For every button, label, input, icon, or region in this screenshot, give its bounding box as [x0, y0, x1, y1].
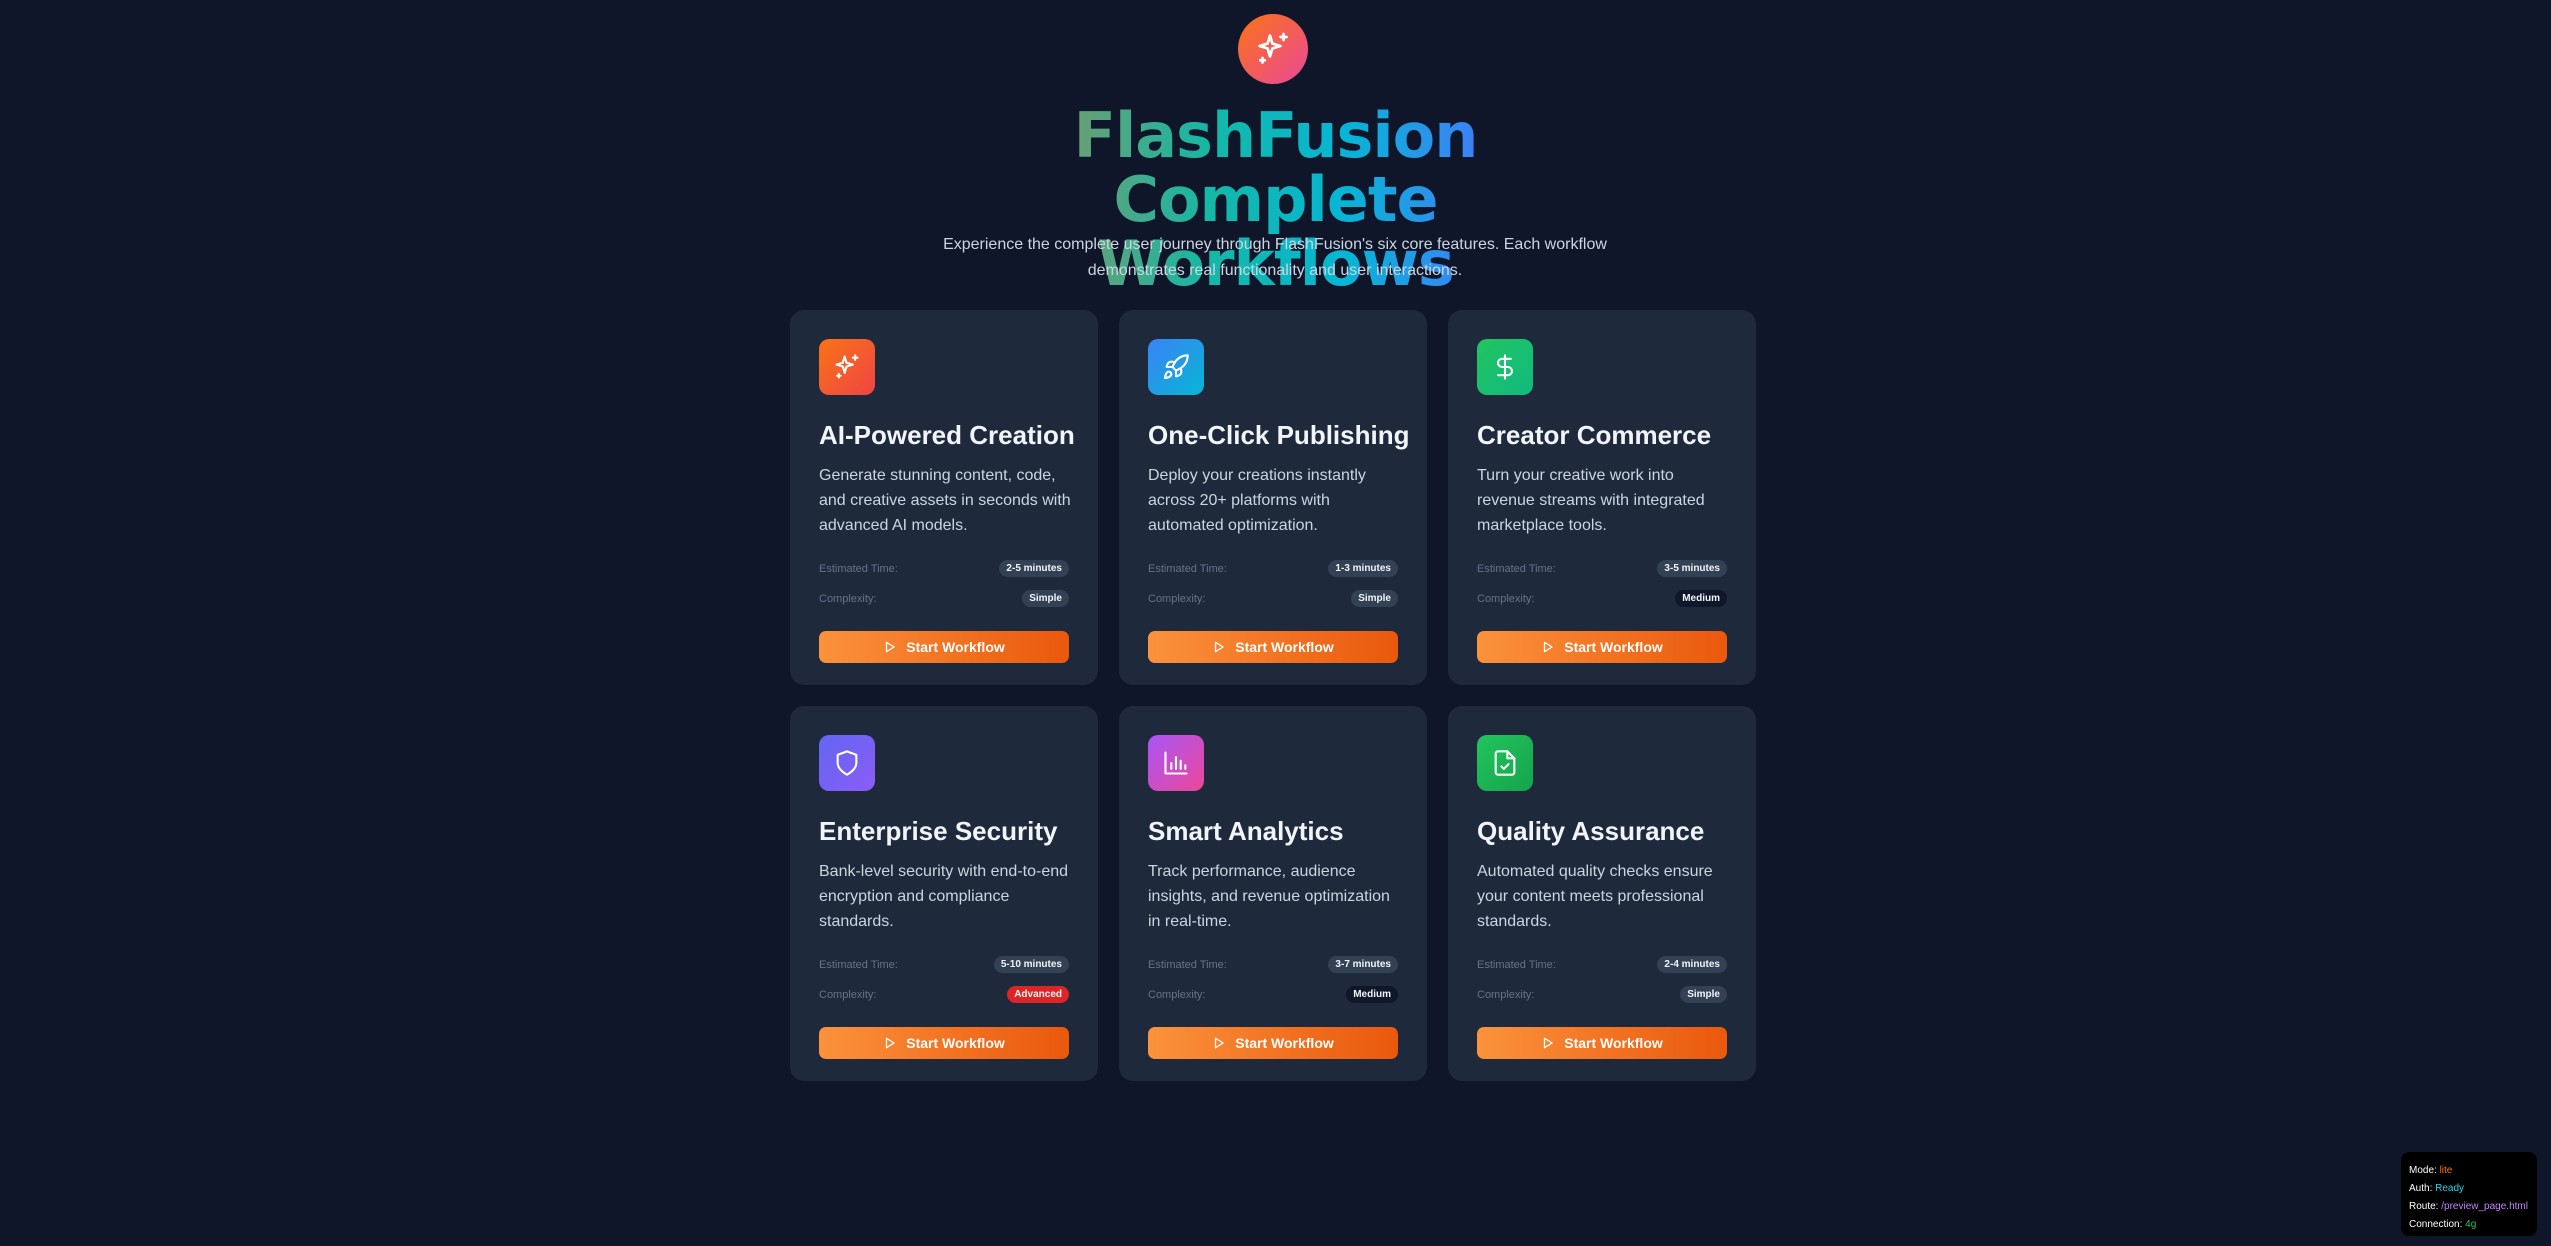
- estimated-time-label: Estimated Time:: [1148, 562, 1227, 575]
- card-title: Quality Assurance: [1477, 816, 1705, 846]
- complexity-row: Complexity: Medium: [1477, 590, 1727, 607]
- complexity-badge: Simple: [1680, 986, 1727, 1003]
- workflow-card-quality: Quality Assurance Automated quality chec…: [1448, 706, 1756, 1081]
- estimated-time-row: Estimated Time: 3-5 minutes: [1477, 560, 1727, 577]
- play-icon: [886, 1037, 895, 1049]
- card-description: Bank-level security with end-to-end encr…: [819, 863, 1069, 930]
- start-workflow-button[interactable]: Start Workflow: [1148, 631, 1398, 663]
- page: FlashFusion Complete Workflows Experienc…: [0, 0, 2551, 1246]
- start-workflow-label: Start Workflow: [906, 1035, 1005, 1051]
- card-description: Deploy your creations instantly across 2…: [1148, 467, 1366, 534]
- debug-route-value: /preview_page.html: [2441, 1201, 2528, 1212]
- start-workflow-label: Start Workflow: [1564, 1035, 1663, 1051]
- card-title: Enterprise Security: [819, 816, 1058, 846]
- sparkles-icon: [1238, 14, 1308, 84]
- complexity-label: Complexity:: [1477, 592, 1535, 605]
- rocket-icon: [1148, 339, 1204, 395]
- start-workflow-button[interactable]: Start Workflow: [819, 631, 1069, 663]
- card-description: Track performance, audience insights, an…: [1148, 863, 1390, 930]
- complexity-badge: Medium: [1346, 986, 1398, 1003]
- estimated-time-badge: 2-5 minutes: [999, 560, 1069, 577]
- card-description: Generate stunning content, code, and cre…: [819, 467, 1071, 534]
- estimated-time-row: Estimated Time: 3-7 minutes: [1148, 956, 1398, 973]
- debug-mode-row: Mode: lite: [2409, 1165, 2453, 1176]
- estimated-time-badge: 3-5 minutes: [1657, 560, 1727, 577]
- estimated-time-row: Estimated Time: 1-3 minutes: [1148, 560, 1398, 577]
- estimated-time-badge: 1-3 minutes: [1328, 560, 1398, 577]
- start-workflow-button[interactable]: Start Workflow: [1477, 631, 1727, 663]
- dollar-icon: [1477, 339, 1533, 395]
- complexity-row: Complexity: Advanced: [819, 986, 1069, 1003]
- file-check-icon: [1477, 735, 1533, 791]
- complexity-label: Complexity:: [1148, 988, 1206, 1001]
- workflow-grid: AI-Powered Creation Generate stunning co…: [790, 310, 1756, 1081]
- estimated-time-row: Estimated Time: 2-5 minutes: [819, 560, 1069, 577]
- play-icon: [1215, 641, 1224, 653]
- start-workflow-label: Start Workflow: [906, 639, 1005, 655]
- estimated-time-row: Estimated Time: 2-4 minutes: [1477, 956, 1727, 973]
- debug-auth-value: Ready: [2435, 1183, 2465, 1194]
- card-title: Smart Analytics: [1148, 816, 1344, 846]
- shield-icon: [819, 735, 875, 791]
- estimated-time-label: Estimated Time:: [1148, 958, 1227, 971]
- complexity-label: Complexity:: [819, 592, 877, 605]
- workflow-card-analytics: Smart Analytics Track performance, audie…: [1119, 706, 1427, 1081]
- workflow-card-security: Enterprise Security Bank-level security …: [790, 706, 1098, 1081]
- estimated-time-badge: 3-7 minutes: [1328, 956, 1398, 973]
- play-icon: [1215, 1037, 1224, 1049]
- workflow-card-commerce: Creator Commerce Turn your creative work…: [1448, 310, 1756, 685]
- estimated-time-label: Estimated Time:: [1477, 958, 1556, 971]
- play-icon: [886, 641, 895, 653]
- estimated-time-row: Estimated Time: 5-10 minutes: [819, 956, 1069, 973]
- card-description: Automated quality checks ensure your con…: [1477, 863, 1713, 930]
- card-title: AI-Powered Creation: [819, 420, 1075, 450]
- bar-chart-icon: [1148, 735, 1204, 791]
- card-description: Turn your creative work into revenue str…: [1477, 467, 1705, 534]
- card-title: Creator Commerce: [1477, 420, 1712, 450]
- card-title: One-Click Publishing: [1148, 420, 1410, 450]
- estimated-time-badge: 5-10 minutes: [993, 956, 1069, 973]
- estimated-time-label: Estimated Time:: [819, 958, 898, 971]
- start-workflow-button[interactable]: Start Workflow: [1148, 1027, 1398, 1059]
- debug-mode-value: lite: [2439, 1165, 2453, 1176]
- start-workflow-label: Start Workflow: [1564, 639, 1663, 655]
- workflow-card-ai-creation: AI-Powered Creation Generate stunning co…: [790, 310, 1098, 685]
- workflow-card-publishing: One-Click Publishing Deploy your creatio…: [1119, 310, 1427, 685]
- start-workflow-label: Start Workflow: [1235, 1035, 1334, 1051]
- debug-connection-value: 4g: [2465, 1219, 2477, 1230]
- complexity-row: Complexity: Simple: [1148, 590, 1398, 607]
- complexity-label: Complexity:: [819, 988, 877, 1001]
- complexity-badge: Simple: [1351, 590, 1398, 607]
- complexity-label: Complexity:: [1148, 592, 1206, 605]
- start-workflow-label: Start Workflow: [1235, 639, 1334, 655]
- estimated-time-badge: 2-4 minutes: [1657, 956, 1727, 973]
- complexity-row: Complexity: Simple: [1477, 986, 1727, 1003]
- debug-status-panel: Mode: lite Auth: Ready Route: /preview_p…: [2401, 1152, 2537, 1236]
- complexity-badge: Medium: [1675, 590, 1727, 607]
- complexity-label: Complexity:: [1477, 988, 1535, 1001]
- complexity-row: Complexity: Simple: [819, 590, 1069, 607]
- estimated-time-label: Estimated Time:: [819, 562, 898, 575]
- start-workflow-button[interactable]: Start Workflow: [1477, 1027, 1727, 1059]
- complexity-badge: Simple: [1022, 590, 1069, 607]
- start-workflow-button[interactable]: Start Workflow: [819, 1027, 1069, 1059]
- complexity-badge: Advanced: [1007, 986, 1069, 1003]
- page-subtitle: Experience the complete user journey thr…: [943, 236, 1607, 279]
- complexity-row: Complexity: Medium: [1148, 986, 1398, 1003]
- debug-route-row: Route: /preview_page.html: [2409, 1201, 2528, 1212]
- debug-connection-row: Connection: 4g: [2409, 1219, 2477, 1230]
- play-icon: [1544, 1037, 1553, 1049]
- estimated-time-label: Estimated Time:: [1477, 562, 1556, 575]
- debug-auth-row: Auth: Ready: [2409, 1183, 2465, 1194]
- sparkles-icon: [819, 339, 875, 395]
- play-icon: [1544, 641, 1553, 653]
